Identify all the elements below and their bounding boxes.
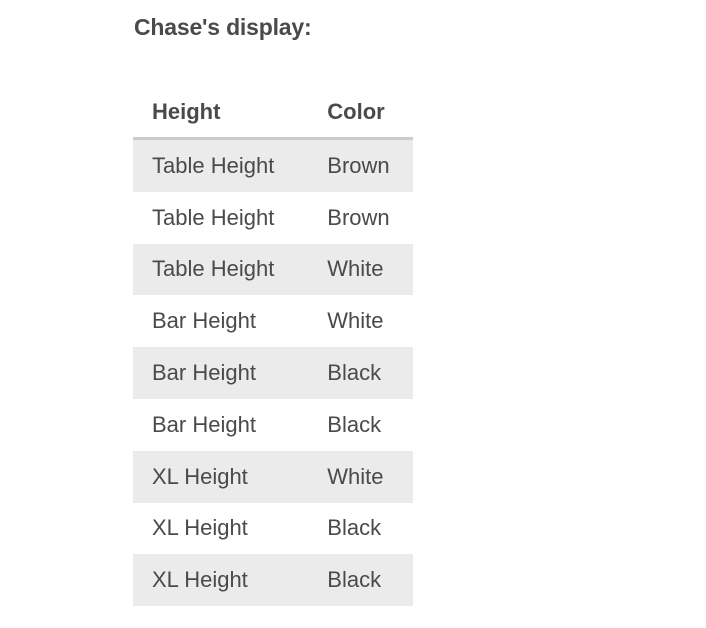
color-cell: Black	[327, 515, 382, 541]
table-row: Bar Height Black	[133, 399, 413, 451]
display-table: Height Color Table Height Brown Table He…	[133, 86, 413, 607]
color-cell: White	[327, 308, 384, 334]
color-cell: White	[327, 243, 413, 296]
table-row: Bar Height White	[133, 295, 413, 347]
header-height: Height	[133, 86, 328, 140]
table-row: Table Height White	[133, 243, 413, 296]
header-color: Color	[327, 86, 413, 140]
table-row: XL Height Black	[133, 503, 413, 555]
height-cell: Bar Height	[152, 308, 256, 334]
color-cell: White	[327, 450, 413, 503]
display-title: Chase's display:	[134, 14, 312, 40]
color-cell: Brown	[327, 204, 390, 230]
height-cell: Bar Height	[152, 411, 256, 437]
height-cell: XL Height	[133, 554, 328, 607]
color-cell: Black	[327, 411, 382, 437]
table-row: Bar Height Black	[133, 347, 413, 399]
color-cell: Black	[327, 347, 413, 399]
height-cell: Table Height	[152, 204, 275, 230]
table-row: Table Height Brown	[133, 192, 413, 244]
height-cell: Table Height	[133, 243, 328, 296]
table-row: XL Height White	[133, 450, 413, 503]
height-cell: XL Height	[152, 515, 248, 541]
color-cell: Black	[327, 554, 413, 607]
height-cell: XL Height	[133, 450, 328, 503]
table-row: XL Height Black	[133, 554, 413, 607]
table-row: Table Height Brown	[133, 138, 413, 192]
header-row: Height Color	[133, 86, 413, 140]
height-cell: Bar Height	[133, 347, 328, 399]
color-cell: Brown	[327, 138, 413, 192]
height-cell: Table Height	[133, 138, 328, 192]
